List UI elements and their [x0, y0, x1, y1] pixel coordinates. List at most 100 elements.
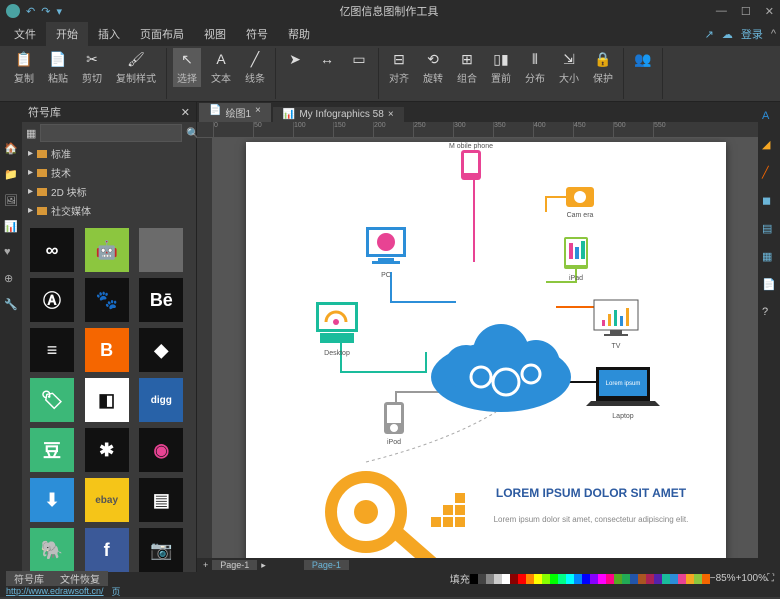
layer-panel-icon[interactable]: ▤	[762, 222, 776, 236]
align-button[interactable]: ⊟对齐	[385, 48, 413, 87]
color-palette[interactable]	[470, 574, 710, 584]
doc-tab[interactable]: 📊My Infographics 58×	[273, 107, 404, 122]
format-painter-button[interactable]: 🖌复制样式	[112, 48, 160, 87]
svg-text:Laptop: Laptop	[612, 413, 634, 420]
symbol-item[interactable]: f	[85, 528, 129, 572]
symbol-item[interactable]: B	[85, 328, 129, 372]
bring-front-button[interactable]: ▯▮置前	[487, 48, 515, 87]
more-panel-icon[interactable]: ⊕	[4, 272, 18, 286]
symbol-item[interactable]: Bē	[139, 278, 183, 322]
undo-icon[interactable]: ↶	[26, 5, 35, 18]
collapse-ribbon-icon[interactable]: ^	[771, 28, 776, 40]
symbol-item[interactable]: 🐘	[30, 528, 74, 572]
doc-tab[interactable]: 📄绘图1×	[199, 103, 271, 122]
symlib-close-icon[interactable]: ✕	[181, 106, 190, 119]
fill-panel-icon[interactable]: ◢	[762, 138, 776, 152]
symbol-item[interactable]: 🐾	[85, 278, 129, 322]
menu-view[interactable]: 视图	[194, 22, 236, 46]
symbol-item[interactable]: ✱	[85, 428, 129, 472]
cursor-button[interactable]: ➤	[282, 48, 308, 70]
page-tab[interactable]: Page-1	[212, 560, 257, 570]
symbol-item[interactable]: ◆	[139, 328, 183, 372]
symbol-item[interactable]: ebay	[85, 478, 129, 522]
zoom-value: 85%	[716, 573, 736, 584]
line-panel-icon[interactable]: ╱	[762, 166, 776, 180]
chart-panel-icon[interactable]: 📊	[4, 220, 18, 234]
image-panel-icon[interactable]: 🖼	[4, 194, 18, 208]
symlib-category[interactable]: ▸标准	[22, 144, 196, 163]
symlib-menu-icon[interactable]: ▦	[26, 127, 36, 140]
share-icon[interactable]: ↗	[705, 28, 714, 41]
cloud-icon[interactable]: ☁	[722, 28, 733, 41]
text-panel-icon[interactable]: A	[762, 110, 776, 124]
fill-label: 填充	[450, 571, 470, 586]
canvas-stage[interactable]: M obile phone Cam era PC iPad Desktop	[213, 138, 758, 558]
connector-button[interactable]: ↔	[314, 48, 340, 70]
redo-icon[interactable]: ↷	[41, 5, 50, 18]
menu-help[interactable]: 帮助	[278, 22, 320, 46]
select-tool-button[interactable]: ↖选择	[173, 48, 201, 87]
zoom-100[interactable]: 100%	[741, 573, 767, 584]
menu-file[interactable]: 文件	[4, 22, 46, 46]
menu-symbol[interactable]: 符号	[236, 22, 278, 46]
protect-button[interactable]: 🔒保护	[589, 48, 617, 87]
symlib-search-input[interactable]	[40, 124, 182, 142]
tab-close-icon[interactable]: ×	[255, 105, 261, 120]
fullscreen-icon[interactable]: ⛶	[767, 573, 774, 584]
symbol-item[interactable]: digg	[139, 378, 183, 422]
size-button[interactable]: ⇲大小	[555, 48, 583, 87]
text-tool-button[interactable]: A文本	[207, 48, 235, 87]
folder-panel-icon[interactable]: 📁	[4, 168, 18, 182]
svg-text:iPad: iPad	[568, 275, 582, 282]
home-panel-icon[interactable]: 🏠	[4, 142, 18, 156]
symlib-category[interactable]: ▸社交媒体	[22, 201, 196, 220]
paste-button[interactable]: 📄粘贴	[44, 48, 72, 87]
symbol-item[interactable]: ⬇	[30, 478, 74, 522]
symbol-item[interactable]: Ⓐ	[30, 278, 74, 322]
tab-close-icon[interactable]: ×	[388, 109, 394, 120]
svg-text:TV: TV	[611, 343, 620, 350]
symbol-item[interactable]: 豆	[30, 428, 74, 472]
symbol-item[interactable]: 📷	[139, 528, 183, 572]
symbol-item[interactable]: ◉	[139, 428, 183, 472]
page-tab-current[interactable]: Page-1	[304, 560, 349, 570]
heart-panel-icon[interactable]: ♥	[4, 246, 18, 260]
copy-button[interactable]: 📋复制	[10, 48, 38, 87]
prop-panel-icon[interactable]: ▦	[762, 250, 776, 264]
menu-insert[interactable]: 插入	[88, 22, 130, 46]
page[interactable]: M obile phone Cam era PC iPad Desktop	[246, 142, 726, 558]
tool-panel-icon[interactable]: 🔧	[4, 298, 18, 312]
shadow-panel-icon[interactable]: ◼	[762, 194, 776, 208]
symlib-category[interactable]: ▸技术	[22, 163, 196, 182]
login-link[interactable]: 登录	[741, 26, 763, 42]
menu-home[interactable]: 开始	[46, 22, 88, 46]
symbol-item[interactable]: ∞	[30, 228, 74, 272]
symbol-item[interactable]	[139, 228, 183, 272]
distribute-button[interactable]: ⫴分布	[521, 48, 549, 87]
maximize-icon[interactable]: ☐	[741, 5, 751, 18]
symbol-item[interactable]: ▤	[139, 478, 183, 522]
shape-button[interactable]: ▭	[346, 48, 372, 70]
svg-text:Desktop: Desktop	[324, 350, 350, 357]
symbol-item[interactable]: ≡	[30, 328, 74, 372]
people-button[interactable]: 👥	[630, 48, 656, 70]
symbol-item[interactable]: ◧	[85, 378, 129, 422]
rotate-button[interactable]: ⟲旋转	[419, 48, 447, 87]
cut-button[interactable]: ✂剪切	[78, 48, 106, 87]
symbol-item[interactable]: 🏷	[30, 378, 74, 422]
bottom-tab-recover[interactable]: 文件恢复	[52, 571, 108, 586]
url-link[interactable]: http://www.edrawsoft.cn/	[6, 586, 104, 596]
bottom-tab-symlib[interactable]: 符号库	[6, 571, 52, 586]
line-tool-button[interactable]: ╱线条	[241, 48, 269, 87]
close-icon[interactable]: ✕	[765, 5, 774, 18]
help-panel-icon[interactable]: ?	[762, 306, 776, 320]
symbol-item[interactable]: 🤖	[85, 228, 129, 272]
page-panel-icon[interactable]: 📄	[762, 278, 776, 292]
group-button[interactable]: ⊞组合	[453, 48, 481, 87]
symlib-category[interactable]: ▸2D 块标	[22, 182, 196, 201]
add-page-icon[interactable]: +	[203, 560, 208, 570]
menu-layout[interactable]: 页面布局	[130, 22, 194, 46]
svg-text:Lorem ipsum dolor sit amet, co: Lorem ipsum dolor sit amet, consectetur …	[493, 515, 688, 524]
minimize-icon[interactable]: —	[716, 5, 727, 18]
next-page-icon[interactable]: ▸	[261, 560, 266, 571]
